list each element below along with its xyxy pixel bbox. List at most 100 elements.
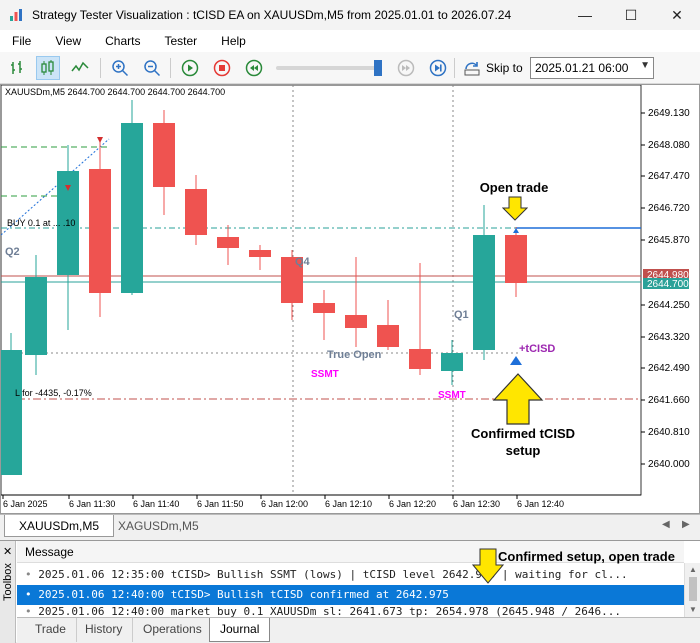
price-tick-label: 2640.000 [648, 459, 690, 470]
fast-forward-icon [397, 59, 415, 77]
buy-order-label: BUY 0.1 at ... .10 [7, 218, 75, 228]
zoom-in-icon [112, 60, 129, 77]
zoom-out-button[interactable] [140, 56, 164, 80]
time-tick-label: 6 Jan 12:10 [325, 499, 372, 509]
bull-candle [441, 353, 463, 371]
skip-to-icon [464, 62, 480, 76]
tab-journal[interactable]: Journal [209, 618, 271, 642]
skip-date-select[interactable]: 2025.01.21 06:00 ▼ [530, 57, 654, 79]
candlestick-icon [41, 60, 54, 75]
bear-candle [217, 237, 239, 248]
chart-area[interactable]: 2649.130 2648.080 2647.470 2646.720 2645.870… [0, 84, 700, 514]
tab-history[interactable]: History [75, 618, 134, 642]
arrow-down-icon [502, 196, 528, 221]
time-tick-label: 6 Jan 12:30 [453, 499, 500, 509]
q1-label: Q1 [454, 309, 469, 321]
menu-view[interactable]: View [43, 34, 93, 48]
symbol-tabs: XAUUSDm,M5 XAGUSDm,M5 ◀ ▶ [0, 514, 700, 538]
log-row[interactable]: • 2025.01.06 12:35:00 tCISD> Bullish SSM… [17, 565, 684, 585]
menu-charts[interactable]: Charts [93, 34, 152, 48]
speed-slider-thumb[interactable] [374, 60, 382, 76]
scroll-down-icon[interactable]: ▼ [689, 605, 697, 614]
chevron-down-icon[interactable]: ▼ [640, 60, 650, 71]
open-trade-annotation: Open trade [479, 180, 549, 195]
rewind-icon [245, 59, 263, 77]
true-open-label: True Open [327, 349, 382, 361]
log-row[interactable]: • 2025.01.06 12:40:00 market buy 0.1 XAU… [17, 605, 684, 617]
play-button[interactable] [178, 56, 202, 80]
tab-scroll-left-icon[interactable]: ◀ [662, 519, 670, 530]
line-chart-button[interactable] [68, 56, 92, 80]
bar-chart-button[interactable] [6, 56, 30, 80]
chart-info-label: XAUUSDm,M5 2644.700 2644.700 2644.700 26… [5, 87, 225, 97]
price-tick-label: 2649.130 [648, 108, 690, 119]
confirmed-line-1: Confirmed tCISD [471, 426, 575, 441]
price-tick-label: 2648.080 [648, 140, 690, 151]
menu-help[interactable]: Help [209, 34, 258, 48]
price-chart[interactable]: 2649.130 2648.080 2647.470 2646.720 2645.870… [1, 85, 699, 513]
arrow-up-icon [492, 373, 544, 425]
price-tick-label: 2644.250 [648, 300, 690, 311]
minimize-button[interactable]: — [562, 0, 608, 30]
arrow-down-icon [472, 548, 504, 584]
price-tick-label: 2647.470 [648, 171, 690, 182]
price-tick-label: 2646.720 [648, 203, 690, 214]
zoom-in-button[interactable] [108, 56, 132, 80]
rewind-button[interactable] [242, 56, 266, 80]
fast-forward-button[interactable] [394, 56, 418, 80]
ssmt-label: SSMT [438, 390, 466, 401]
tab-xauusdm[interactable]: XAUUSDm,M5 [4, 515, 115, 537]
window-title: Strategy Tester Visualization : tCISD EA… [32, 8, 512, 22]
confirmed-line-2: setup [505, 443, 541, 458]
menu-file[interactable]: File [0, 34, 43, 48]
bear-candle [153, 123, 175, 187]
bear-candle [89, 169, 111, 293]
bar-chart-icon [11, 61, 22, 74]
play-icon [181, 59, 199, 77]
line-chart-icon [71, 61, 89, 72]
time-tick-label: 6 Jan 11:30 [69, 499, 115, 509]
bull-candle [121, 123, 143, 293]
price-tick-label: 2645.870 [648, 235, 690, 246]
tab-scroll-right-icon[interactable]: ▶ [682, 519, 690, 530]
maximize-button[interactable]: ☐ [608, 0, 654, 30]
candlestick-button[interactable] [36, 56, 60, 80]
stop-loss-label: L for -4435, -0.17% [15, 388, 92, 398]
log-row-text: 2025.01.06 12:40:00 tCISD> Bullish tCISD… [38, 588, 449, 601]
price-tick-label: 2640.810 [648, 427, 690, 438]
tab-operations[interactable]: Operations [133, 618, 213, 642]
log-row-selected[interactable]: • 2025.01.06 12:40:00 tCISD> Bullish tCI… [17, 585, 684, 605]
time-tick-label: 6 Jan 12:40 [517, 499, 564, 509]
menu-tester[interactable]: Tester [152, 34, 209, 48]
tab-xagusdm[interactable]: XAGUSDm,M5 [104, 515, 213, 537]
skip-end-icon [429, 59, 447, 77]
log-scrollbar[interactable]: ▲ ▼ [684, 563, 700, 617]
toolbox-label: Toolbox [2, 563, 14, 601]
bull-candle [25, 277, 47, 355]
app-icon [10, 9, 22, 21]
ask-price-label: 2644.700 [647, 279, 689, 290]
price-tick-label: 2642.490 [648, 363, 690, 374]
toolbox-sidebar: ✕ Toolbox [0, 541, 16, 643]
tab-trade[interactable]: Trade [25, 618, 77, 642]
time-tick-label: 6 Jan 2025 [3, 499, 48, 509]
scroll-up-icon[interactable]: ▲ [689, 565, 697, 574]
bull-candle [473, 235, 495, 350]
q2-label: Q2 [5, 246, 20, 258]
speed-slider-track[interactable] [276, 66, 380, 70]
skip-to-button[interactable] [460, 56, 484, 80]
bear-candle [505, 235, 527, 283]
price-tick-label: 2643.320 [648, 332, 690, 343]
stop-icon [213, 59, 231, 77]
log-row-text: 2025.01.06 12:35:00 tCISD> Bullish SSMT … [38, 568, 628, 581]
stop-button[interactable] [210, 56, 234, 80]
scroll-thumb[interactable] [689, 577, 697, 601]
bear-candle [249, 250, 271, 257]
close-icon[interactable]: ✕ [3, 545, 12, 558]
bear-candle [185, 189, 207, 235]
price-tick-label: 2641.660 [648, 395, 690, 406]
time-tick-label: 6 Jan 12:00 [261, 499, 308, 509]
close-button[interactable]: ✕ [654, 0, 700, 30]
bear-candle [345, 315, 367, 328]
skip-end-button[interactable] [426, 56, 450, 80]
